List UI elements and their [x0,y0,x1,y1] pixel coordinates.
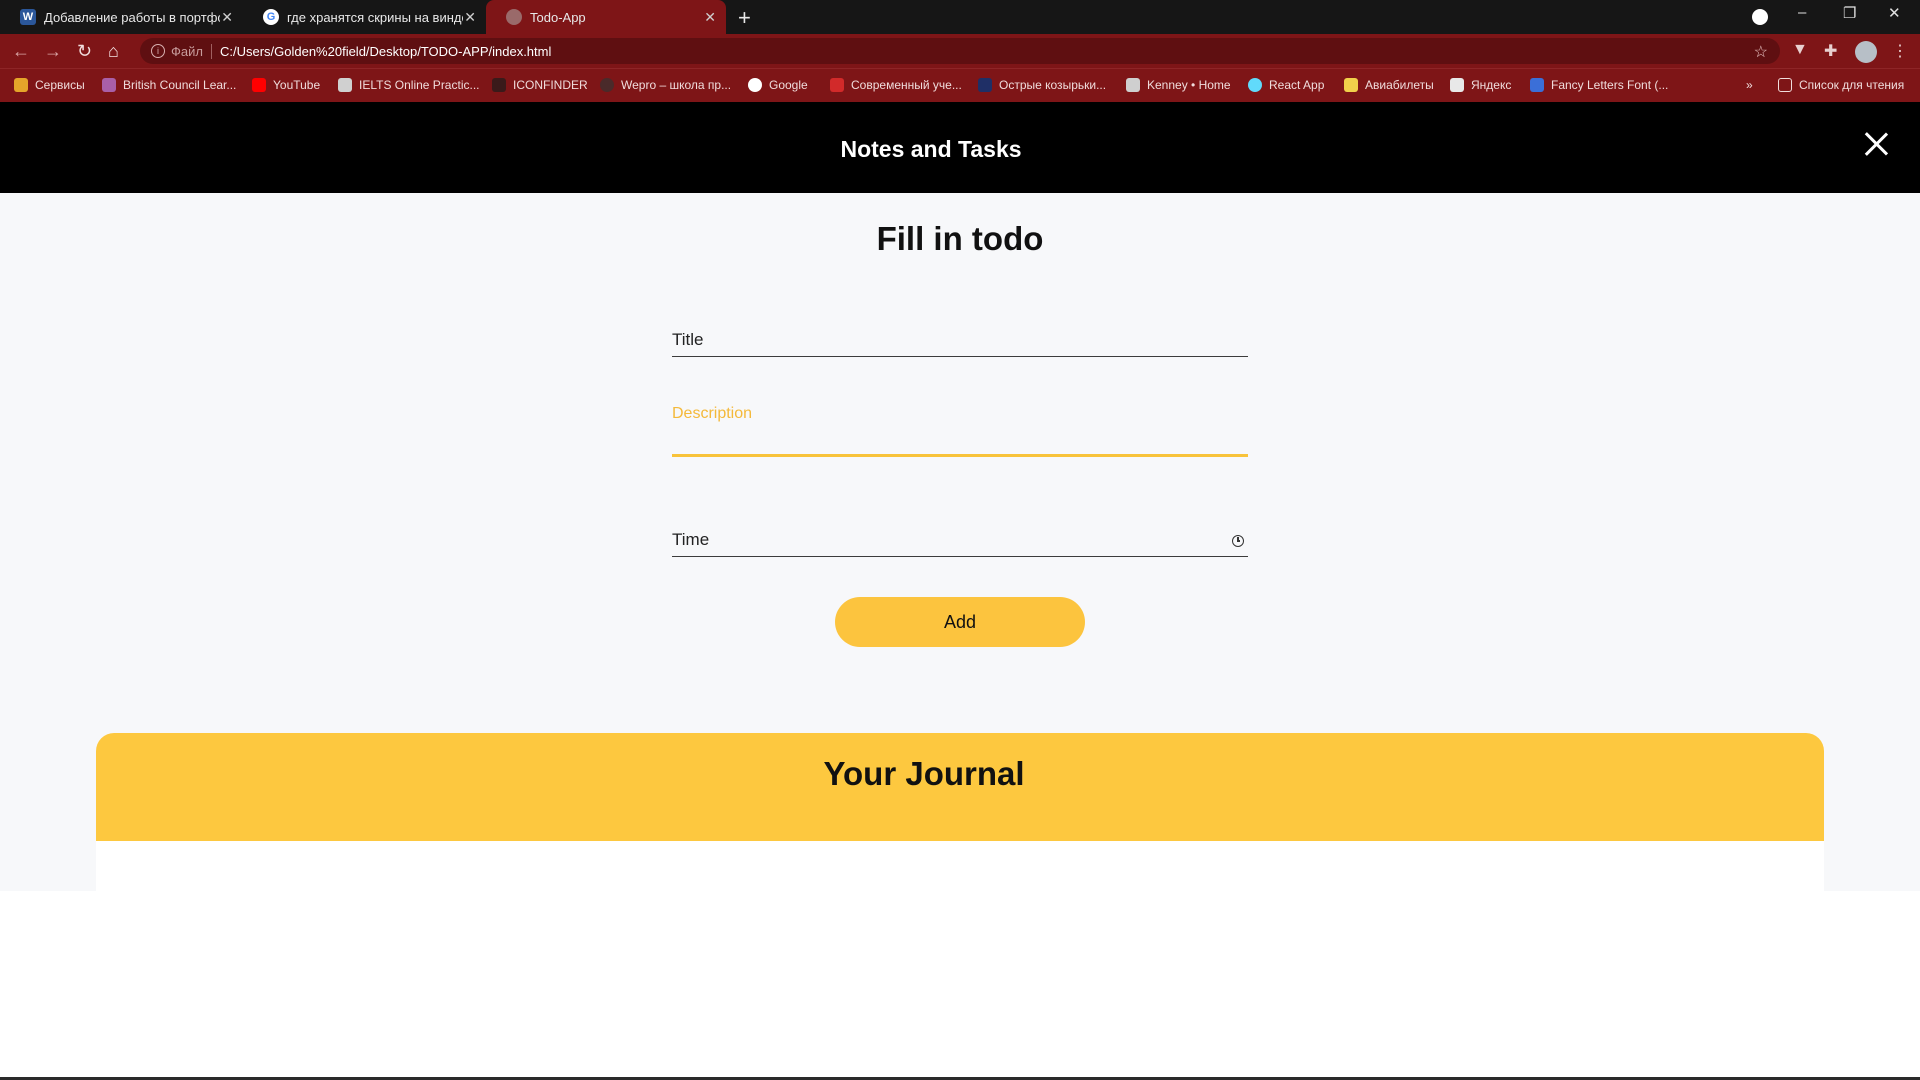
bookmark-ielts[interactable]: IELTS Online Practic... [338,78,480,92]
back-icon[interactable]: ← [12,41,30,62]
menu-icon[interactable]: ⋮ [1892,41,1908,61]
bookmark-fancy-letters[interactable]: Fancy Letters Font (... [1530,78,1668,92]
bookmarks-bar: Сервисы British Council Lear... YouTube … [0,68,1920,102]
title-label: Title [672,330,704,349]
tab-screenshots-search[interactable]: G где хранятся скрины на виндоус ✕ [243,0,486,34]
close-icon[interactable] [1864,132,1888,156]
new-tab-icon[interactable]: + [738,5,751,31]
react-icon [1248,78,1262,92]
tab-label: Todo-App [530,9,586,25]
iconfinder-icon [492,78,506,92]
restore-icon[interactable]: ❐ [1843,4,1856,22]
bookmark-react-app[interactable]: React App [1248,78,1324,92]
home-icon[interactable]: ⌂ [108,41,119,62]
app-header: Notes and Tasks [0,102,1920,193]
close-tab-icon[interactable]: ✕ [704,9,716,26]
wepro-icon [600,78,614,92]
close-window-icon[interactable]: ✕ [1888,4,1901,22]
description-field[interactable]: Description [672,395,1248,457]
forward-icon[interactable]: → [44,41,62,62]
description-label: Description [672,405,753,422]
avatar[interactable] [1855,41,1877,63]
form-heading: Fill in todo [876,220,1044,257]
apps-icon [14,78,28,92]
reading-list-icon [1778,78,1792,92]
bookmark-caps[interactable]: Острые козырьки... [978,78,1106,92]
kenney-icon [1126,78,1140,92]
bookmark-kenney[interactable]: Kenney • Home [1126,78,1231,92]
tab-todo-app[interactable]: Todo-App ✕ [486,0,726,34]
bookmark-iconfinder[interactable]: ICONFINDER [492,78,588,92]
bookmark-google[interactable]: Google [748,78,808,92]
title-field[interactable]: Title [672,320,1248,357]
bookmark-star-icon[interactable]: ☆ [1754,42,1768,62]
minimize-icon[interactable]: – [1798,4,1806,21]
url-text[interactable]: C:/Users/Golden%20field/Desktop/TODO-APP… [220,44,551,59]
google-icon [748,78,762,92]
plane-icon [1344,78,1358,92]
journal-panel: Your Journal [96,733,1824,891]
reload-icon[interactable]: ↻ [77,41,92,62]
browser-tab-strip: W Добавление работы в портфолио ✕ G где … [0,0,1920,34]
extension-icon[interactable]: ▼ [1792,41,1808,59]
bookmark-modern-tutor[interactable]: Современный уче... [830,78,962,92]
tab-portfolio[interactable]: W Добавление работы в портфолио ✕ [0,0,243,34]
add-button[interactable]: Add [835,597,1085,647]
more-bookmarks-button[interactable]: » [1746,78,1753,92]
close-tab-icon[interactable]: ✕ [221,9,233,26]
empty-area [0,891,1920,1080]
bookmark-wepro[interactable]: Wepro – школа пр... [600,78,731,92]
journal-title: Your Journal [823,755,1025,792]
youtube-icon [252,78,266,92]
address-bar[interactable]: i Файл C:/Users/Golden%20field/Desktop/T… [140,38,1780,64]
tab-label: Добавление работы в портфолио [44,9,220,25]
ielts-icon [338,78,352,92]
bookmark-site-icon [978,78,992,92]
puzzle-icon[interactable]: ✚ [1824,41,1837,61]
media-control-icon[interactable] [1752,9,1768,25]
close-tab-icon[interactable]: ✕ [464,9,476,26]
time-field[interactable]: Time [672,520,1248,557]
bookmark-site-icon [830,78,844,92]
yandex-icon [1450,78,1464,92]
bookmark-british-council[interactable]: British Council Lear... [102,78,236,92]
time-label: Time [672,530,710,549]
bookmark-youtube[interactable]: YouTube [252,78,320,92]
fancy-letters-icon [1530,78,1544,92]
url-scheme: Файл [171,43,212,59]
info-icon[interactable]: i [151,44,165,58]
google-icon: G [263,9,279,25]
globe-icon [506,9,522,25]
clock-icon[interactable] [1232,535,1244,547]
tab-label: где хранятся скрины на виндоус [287,9,463,25]
word-icon: W [20,9,36,25]
bookmark-services[interactable]: Сервисы [14,78,85,92]
bookmark-flights[interactable]: Авиабилеты [1344,78,1434,92]
browser-toolbar: ← → ↻ ⌂ i Файл C:/Users/Golden%20field/D… [0,34,1920,68]
bookmark-yandex[interactable]: Яндекс [1450,78,1511,92]
journal-header: Your Journal [96,733,1824,841]
british-council-icon [102,78,116,92]
reading-list-button[interactable]: Список для чтения [1778,78,1904,92]
page-title: Notes and Tasks [840,136,1022,162]
